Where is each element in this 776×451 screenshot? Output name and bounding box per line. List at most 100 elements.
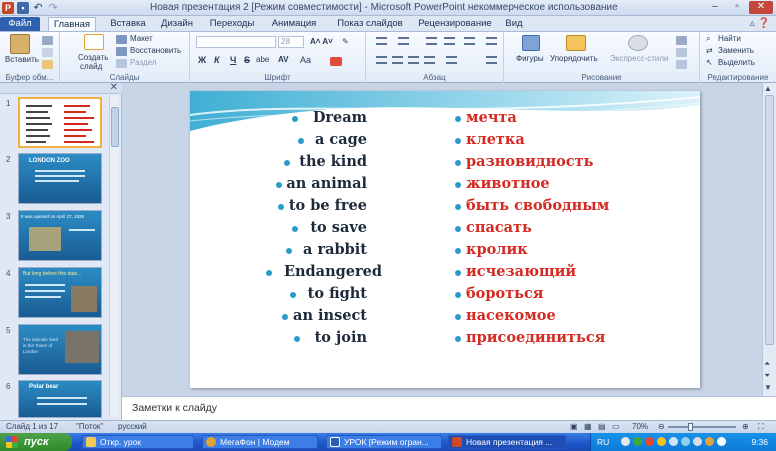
thumbnails-scroll-thumb[interactable] [111, 107, 119, 147]
redo-icon[interactable]: ↷ [47, 2, 59, 14]
tab-file[interactable]: Файл [0, 17, 40, 32]
reset-button[interactable]: Восстановить [130, 46, 181, 55]
tray-icon[interactable] [645, 437, 654, 446]
tray-icon[interactable] [657, 437, 666, 446]
slide-thumbnail-6[interactable]: Polar bear [18, 380, 102, 418]
smartart-icon[interactable] [486, 56, 497, 64]
tray-icon[interactable] [633, 437, 642, 446]
new-slide-button-line1[interactable]: Создать [78, 53, 108, 62]
section-button[interactable]: Раздел [130, 58, 156, 67]
tab-slideshow[interactable]: Показ слайдов [330, 17, 410, 32]
slide-scroll-thumb[interactable] [765, 95, 774, 345]
taskbar-item-powerpoint[interactable]: Новая презентация ... [448, 435, 566, 449]
tab-home[interactable]: Главная [48, 17, 96, 32]
tray-icon[interactable] [669, 437, 678, 446]
font-name-combo[interactable] [196, 36, 276, 48]
select-button[interactable]: Выделить [718, 58, 755, 67]
replace-button[interactable]: Заменить [718, 46, 754, 55]
sorter-view-icon[interactable]: ▦ [584, 422, 592, 431]
scroll-up-icon[interactable]: ▲ [764, 84, 772, 93]
powerpoint-icon[interactable]: P [2, 2, 14, 14]
tab-transitions[interactable]: Переходы [204, 17, 260, 32]
prev-slide-icon[interactable]: ⏶ [764, 359, 770, 369]
zoom-in-icon[interactable]: ⊕ [742, 422, 749, 431]
slide-thumbnail-2[interactable]: LONDON ZOO [18, 153, 102, 204]
font-color-icon[interactable] [330, 57, 342, 66]
shadow-button[interactable]: abe [256, 55, 269, 64]
network-icon[interactable] [681, 437, 690, 446]
slideshow-view-icon[interactable]: ▭ [612, 422, 620, 431]
italic-button[interactable]: К [214, 55, 220, 65]
help-icon[interactable]: ▵ ❓ [750, 18, 770, 29]
close-button[interactable]: ✕ [749, 1, 773, 14]
keyboard-language[interactable]: RU [597, 437, 609, 447]
slide-canvas[interactable]: Dream мечта a cage клетка the kind разно… [190, 91, 700, 388]
zoom-out-icon[interactable]: ⊖ [658, 422, 665, 431]
shapes-button[interactable]: Фигуры [516, 54, 544, 63]
case-button[interactable]: Aa [300, 55, 311, 65]
font-size-combo[interactable]: 28 [278, 36, 304, 48]
taskbar-item-folder[interactable]: Откр. урок [82, 435, 194, 449]
zoom-slider-thumb[interactable] [688, 423, 693, 431]
align-center-icon[interactable] [392, 56, 403, 64]
start-button[interactable]: пуск [0, 433, 72, 451]
justify-icon[interactable] [424, 56, 435, 64]
slide-thumbnail-1[interactable] [18, 97, 102, 148]
taskbar-item-browser[interactable]: МегаФон | Модем [202, 435, 318, 449]
columns-icon[interactable] [446, 56, 457, 64]
cut-icon[interactable] [42, 36, 53, 45]
zoom-level[interactable]: 70% [632, 422, 648, 431]
arrange-button[interactable]: Упорядочить [550, 54, 598, 63]
notes-pane[interactable]: Заметки к слайду [122, 396, 776, 420]
tab-design[interactable]: Дизайн [155, 17, 199, 32]
align-right-icon[interactable] [408, 56, 419, 64]
tab-insert[interactable]: Вставка [104, 17, 152, 32]
bullets-icon[interactable] [376, 37, 387, 45]
decrease-indent-icon[interactable] [426, 37, 437, 45]
slide-thumbnail-5[interactable]: The animals lived in the Tower of London [18, 324, 102, 375]
slide-thumbnail-4[interactable]: But long before this date... [18, 267, 102, 318]
clock[interactable]: 9:36 [751, 437, 768, 447]
thumbnails-scrollbar[interactable] [109, 95, 119, 417]
slide-scrollbar[interactable]: ▲ ⏶ ⏷ ▼ [762, 83, 776, 396]
undo-icon[interactable]: ↶ [32, 2, 44, 14]
save-icon[interactable]: ▪ [17, 2, 29, 14]
tray-icon[interactable] [693, 437, 702, 446]
quick-styles-button[interactable]: Экспресс-стили [610, 54, 669, 63]
paste-button[interactable]: Вставить [5, 55, 39, 64]
format-painter-icon[interactable] [42, 60, 53, 69]
scroll-down-icon[interactable]: ▼ [764, 383, 772, 392]
numbering-icon[interactable] [398, 37, 409, 45]
bold-button[interactable]: Ж [198, 55, 206, 65]
tray-icon[interactable] [621, 437, 630, 446]
shape-effects-icon[interactable] [676, 60, 687, 69]
zoom-slider[interactable] [668, 426, 736, 428]
clear-format-icon[interactable]: ✎ [342, 37, 349, 46]
layout-button[interactable]: Макет [130, 34, 153, 43]
increase-indent-icon[interactable] [444, 37, 455, 45]
slide-thumbnail-3[interactable]: It was opened on April 27, 1828 [18, 210, 102, 261]
close-panel-icon[interactable]: ✕ [110, 82, 118, 93]
grow-font-icon[interactable]: A˄ A˅ [310, 37, 333, 46]
strike-button[interactable]: S [244, 55, 250, 65]
language-indicator[interactable]: русский [118, 422, 147, 431]
tab-animation[interactable]: Анимация [266, 17, 322, 32]
tab-view[interactable]: Вид [502, 17, 526, 32]
underline-button[interactable]: Ч [230, 55, 236, 65]
fit-to-window-icon[interactable]: ⛶ [758, 422, 764, 432]
next-slide-icon[interactable]: ⏷ [764, 371, 770, 381]
new-slide-button-line2[interactable]: слайд [80, 62, 102, 71]
volume-icon[interactable] [705, 437, 714, 446]
shape-outline-icon[interactable] [676, 48, 687, 57]
line-spacing-icon[interactable] [464, 37, 475, 45]
normal-view-icon[interactable]: ▣ [570, 422, 578, 431]
copy-icon[interactable] [42, 48, 53, 57]
taskbar-item-word[interactable]: УРОК [Режим огран... [326, 435, 442, 449]
maximize-button[interactable]: ▫ [727, 1, 747, 14]
text-direction-icon[interactable] [486, 37, 497, 45]
shape-fill-icon[interactable] [676, 36, 687, 45]
minimize-button[interactable]: ‒ [705, 1, 725, 14]
reading-view-icon[interactable]: ▤ [598, 422, 606, 431]
tray-icon[interactable] [717, 437, 726, 446]
spacing-button[interactable]: AV [278, 55, 289, 64]
